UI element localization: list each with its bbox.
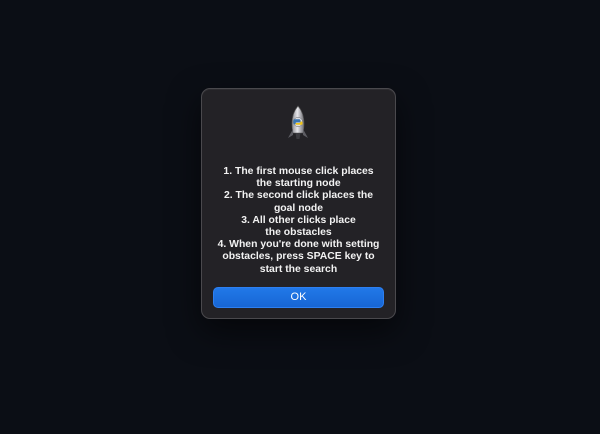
alert-dialog: 1. The first mouse click places the star… [201,88,396,319]
message-line: the obstacles [265,227,332,239]
ok-button[interactable]: OK [213,287,384,308]
message-line: 3. All other clicks place [241,214,356,226]
message-line: 1. The first mouse click places [223,166,374,177]
alert-message: 1. The first mouse click places the star… [210,166,387,276]
message-line: the starting node [256,178,341,190]
message-line: 2. The second click places the [224,190,373,202]
message-line: goal node [273,202,324,214]
message-line: 4. When you're done with setting [217,239,380,251]
message-line: start the search [259,263,338,275]
python-rocket-icon [288,105,308,139]
message-line: obstacles, press SPACE key to [222,251,375,263]
desktop-background: 1. The first mouse click places the star… [0,0,600,434]
